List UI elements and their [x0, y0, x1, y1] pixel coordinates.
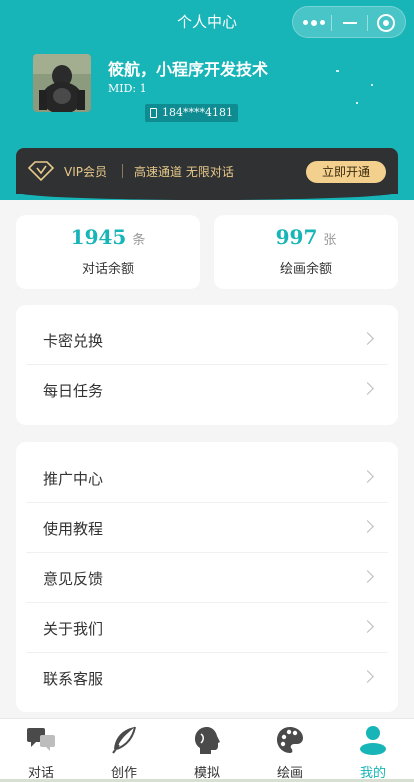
menu-card-secondary: 推广中心 使用教程 意见反馈 关于我们 联系客服	[16, 442, 398, 712]
phone-icon	[150, 108, 157, 118]
chevron-right-icon	[361, 670, 374, 683]
menu-card-primary: 卡密兑换 每日任务	[16, 305, 398, 425]
draw-balance-value: 997	[275, 225, 318, 249]
menu-item-label: 联系客服	[43, 670, 104, 688]
tab-create[interactable]: 创作	[83, 719, 165, 782]
menu-item-label: 关于我们	[43, 620, 104, 638]
chevron-right-icon	[361, 520, 374, 533]
menu-item-label: 每日任务	[43, 382, 104, 400]
chevron-right-icon	[361, 470, 374, 483]
chevron-right-icon	[361, 382, 374, 395]
phone-badge: 184****4181	[145, 104, 238, 122]
chevron-right-icon	[361, 332, 374, 345]
menu-item-label: 意见反馈	[43, 570, 104, 588]
tab-chat[interactable]: 对话	[0, 719, 82, 782]
menu-item-feedback[interactable]: 意见反馈	[26, 553, 388, 603]
feather-icon	[112, 726, 136, 754]
user-mid: MID: 1	[108, 82, 147, 95]
vip-description: 高速通道 无限对话	[134, 165, 234, 179]
chat-balance-value: 1945	[70, 225, 127, 249]
draw-balance-unit: 张	[323, 233, 337, 248]
menu-item-label: 推广中心	[43, 470, 104, 488]
vip-diamond-icon	[28, 161, 54, 181]
vip-banner[interactable]: VIP会员 高速通道 无限对话 立即开通	[16, 148, 398, 200]
activate-vip-button[interactable]: 立即开通	[306, 161, 386, 183]
phone-number: 184****4181	[162, 106, 233, 119]
user-icon	[360, 726, 386, 755]
head-profile-icon	[195, 727, 220, 754]
more-icon[interactable]	[303, 19, 325, 26]
vip-label: VIP会员	[64, 165, 107, 179]
draw-balance-label: 绘画余额	[279, 262, 332, 277]
close-target-icon[interactable]	[377, 14, 395, 32]
chevron-right-icon	[361, 570, 374, 583]
menu-item-label: 卡密兑换	[43, 332, 104, 350]
menu-item-label: 使用教程	[43, 520, 104, 538]
mini-program-capsule	[292, 6, 406, 38]
palette-icon	[277, 727, 303, 753]
menu-item-contact-support[interactable]: 联系客服	[26, 653, 388, 703]
chevron-right-icon	[361, 620, 374, 633]
chat-icon	[27, 728, 55, 751]
menu-item-redeem-code[interactable]: 卡密兑换	[26, 315, 388, 365]
minimize-icon[interactable]	[343, 22, 357, 24]
avatar[interactable]	[33, 54, 91, 112]
vip-divider	[122, 164, 123, 178]
menu-item-tutorial[interactable]: 使用教程	[26, 503, 388, 553]
chat-balance-card: 1945 条 对话余额	[16, 215, 200, 289]
menu-item-daily-tasks[interactable]: 每日任务	[26, 365, 388, 415]
chat-balance-label: 对话余额	[81, 262, 134, 277]
chat-balance-unit: 条	[132, 233, 146, 248]
tab-mine[interactable]: 我的	[332, 719, 414, 782]
draw-balance-card: 997 张 绘画余额	[214, 215, 398, 289]
menu-item-about-us[interactable]: 关于我们	[26, 603, 388, 653]
user-name: 筱航，小程序开发技术	[108, 60, 269, 79]
menu-item-promotion-center[interactable]: 推广中心	[26, 453, 388, 503]
bottom-tab-bar: 对话 创作 模拟 绘画 我的	[0, 718, 414, 782]
tab-simulate[interactable]: 模拟	[166, 719, 248, 782]
tab-draw[interactable]: 绘画	[249, 719, 331, 782]
